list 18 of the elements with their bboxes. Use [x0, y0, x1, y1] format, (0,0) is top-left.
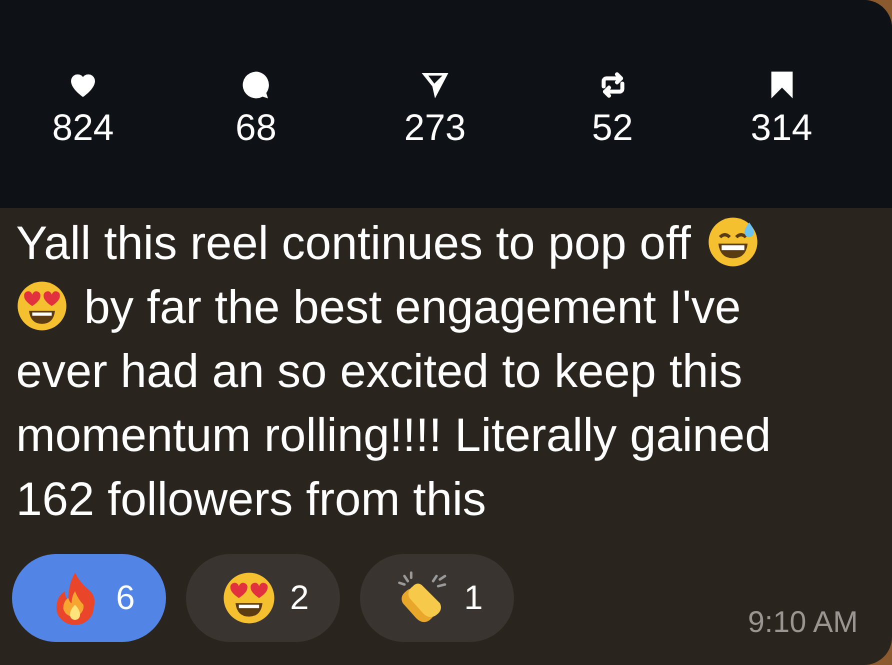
- message-text: ever had an so excited to keep this: [16, 342, 742, 398]
- stat-count: 824: [52, 107, 114, 149]
- reaction-button[interactable]: 2: [186, 554, 340, 642]
- message-text: momentum rolling!!!! Literally gained: [16, 406, 771, 462]
- stat-count: 273: [404, 107, 466, 149]
- heart-eyes-emoji-icon: [222, 571, 276, 625]
- message-text: Yall this reel continues to pop off: [16, 214, 691, 270]
- message-text: by far the best engagement I've: [84, 278, 741, 334]
- message-time: 9:10 AM: [748, 606, 858, 641]
- heart-eyes-emoji-icon: [16, 280, 68, 332]
- comment-icon[interactable]: [240, 69, 272, 101]
- sweat-smile-emoji-icon: [706, 216, 759, 268]
- reaction-button[interactable]: 1: [360, 554, 514, 642]
- stat-count: 68: [235, 107, 277, 149]
- stat-count: 314: [750, 107, 812, 149]
- stat-count: 52: [592, 107, 634, 149]
- message-text: 162 followers from this: [16, 470, 486, 526]
- reaction-button[interactable]: 6: [12, 554, 166, 642]
